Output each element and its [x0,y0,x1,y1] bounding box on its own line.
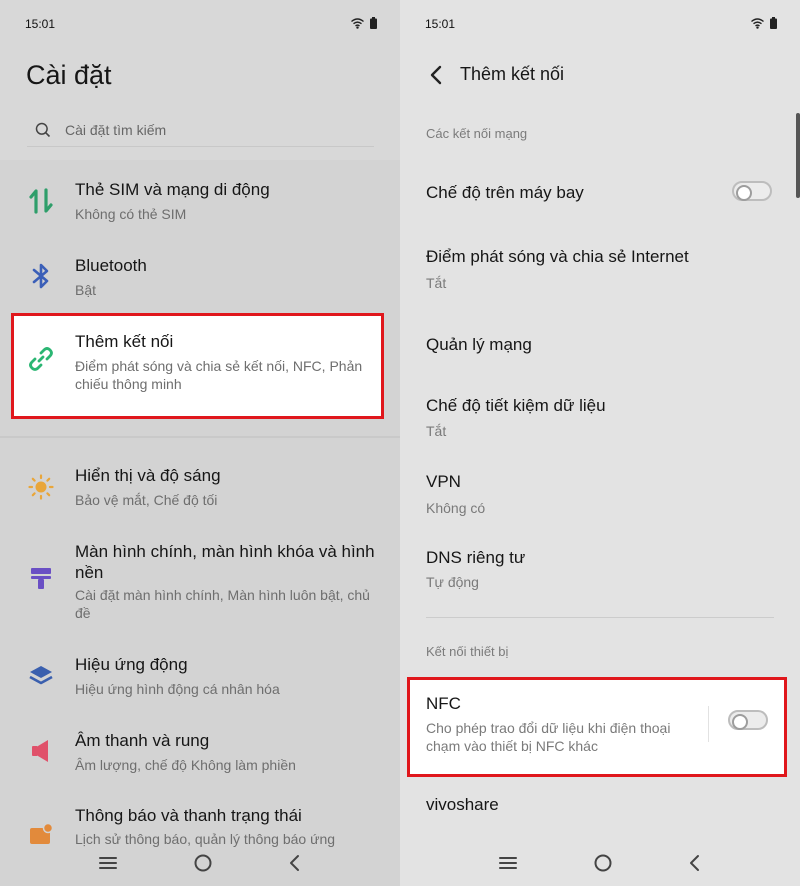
hotspot-subtitle: Tắt [426,275,447,291]
hotspot-title: Điểm phát sóng và chia sẻ Internet [426,247,689,266]
private-dns-title: DNS riêng tư [426,548,526,567]
settings-item-display[interactable]: Hiển thị và độ sáng Bảo vệ mắt, Chế độ t… [0,460,400,520]
settings-item-title: Hiệu ứng động [75,655,188,674]
wifi-icon [351,17,364,29]
vpn-subtitle: Không có [426,500,486,516]
settings-item-title: Màn hình chính, màn hình khóa và hình nề… [75,542,375,582]
settings-item-title: Hiển thị và độ sáng [75,466,221,485]
wallpaper-icon [26,563,56,593]
navigation-bar [400,840,800,886]
link-icon [26,344,56,374]
section-divider [0,436,400,438]
status-icons [351,17,377,29]
settings-item-subtitle: Không có thẻ SIM [75,206,187,222]
sim-icon [26,186,56,216]
bluetooth-icon [26,261,56,291]
settings-item-home-screen[interactable]: Màn hình chính, màn hình khóa và hình nề… [0,536,400,626]
settings-item-more-connections[interactable]: Thêm kết nối Điểm phát sóng và chia sẻ k… [0,326,400,406]
settings-item-animations[interactable]: Hiệu ứng động Hiệu ứng hình động cá nhân… [0,649,400,709]
nfc-divider [708,706,709,742]
settings-item-sound[interactable]: Âm thanh và rung Âm lượng, chế độ Không … [0,725,400,785]
airplane-mode-title: Chế độ trên máy bay [426,183,584,202]
navigation-bar [0,840,400,886]
animation-icon [26,660,56,690]
page-title: Thêm kết nối [460,64,565,84]
data-saver-subtitle: Tắt [426,423,447,439]
nfc-toggle[interactable] [728,710,768,730]
search-bar[interactable]: Cài đặt tìm kiếm [27,113,374,147]
battery-icon [370,17,377,29]
status-icons [751,17,777,29]
brightness-icon [26,472,56,502]
status-time: 15:01 [25,17,56,31]
settings-item-title: Âm thanh và rung [75,731,210,750]
airplane-mode-toggle[interactable] [732,181,772,201]
page-title: Cài đặt [26,60,112,90]
back-icon[interactable] [688,854,702,872]
nfc-item[interactable]: NFC Cho phép trao đổi dữ liệu khi điện t… [407,677,787,777]
search-icon [29,122,57,138]
settings-screen: 15:01 Cài đặt Cài đặt tìm kiếm Thẻ SIM v… [0,0,400,886]
status-time: 15:01 [425,17,456,31]
settings-item-subtitle: Bật [75,282,97,298]
settings-item-title: Thông báo và thanh trạng thái [75,806,302,825]
menu-icon[interactable] [98,855,118,871]
nfc-title: NFC [426,694,461,713]
settings-item-sim[interactable]: Thẻ SIM và mạng di động Không có thẻ SIM [0,174,400,234]
settings-item-title: Thẻ SIM và mạng di động [75,180,270,199]
settings-item-subtitle: Điểm phát sóng và chia sẻ kết nối, NFC, … [75,358,363,392]
wifi-icon [751,17,764,29]
private-dns-subtitle: Tự động [426,574,479,590]
menu-icon[interactable] [498,855,518,871]
settings-item-subtitle: Bảo vệ mắt, Chế độ tối [75,492,218,508]
settings-item-subtitle: Âm lượng, chế độ Không làm phiền [75,757,296,773]
home-icon[interactable] [593,853,613,873]
home-icon[interactable] [193,853,213,873]
section-label-network: Các kết nối mạng [426,126,528,141]
settings-item-title: Thêm kết nối [75,332,174,351]
vivoshare-title: vivoshare [426,795,499,814]
scrollbar[interactable] [796,113,800,198]
nfc-subtitle: Cho phép trao đổi dữ liệu khi điện thoại… [426,720,671,754]
back-arrow-icon[interactable] [426,64,446,86]
battery-icon [770,17,777,29]
section-label-device: Kết nối thiết bị [426,644,509,659]
back-icon[interactable] [288,854,302,872]
sound-icon [26,736,56,766]
network-management-title: Quản lý mạng [426,335,532,354]
settings-item-bluetooth[interactable]: Bluetooth Bật [0,250,400,310]
search-input[interactable]: Cài đặt tìm kiếm [65,122,166,138]
settings-item-title: Bluetooth [75,256,147,275]
section-divider [426,617,774,618]
settings-item-subtitle: Cài đặt màn hình chính, Màn hình luôn bậ… [75,587,370,621]
settings-item-subtitle: Hiệu ứng hình động cá nhân hóa [75,681,280,697]
vpn-title: VPN [426,472,461,491]
data-saver-title: Chế độ tiết kiệm dữ liệu [426,396,606,415]
